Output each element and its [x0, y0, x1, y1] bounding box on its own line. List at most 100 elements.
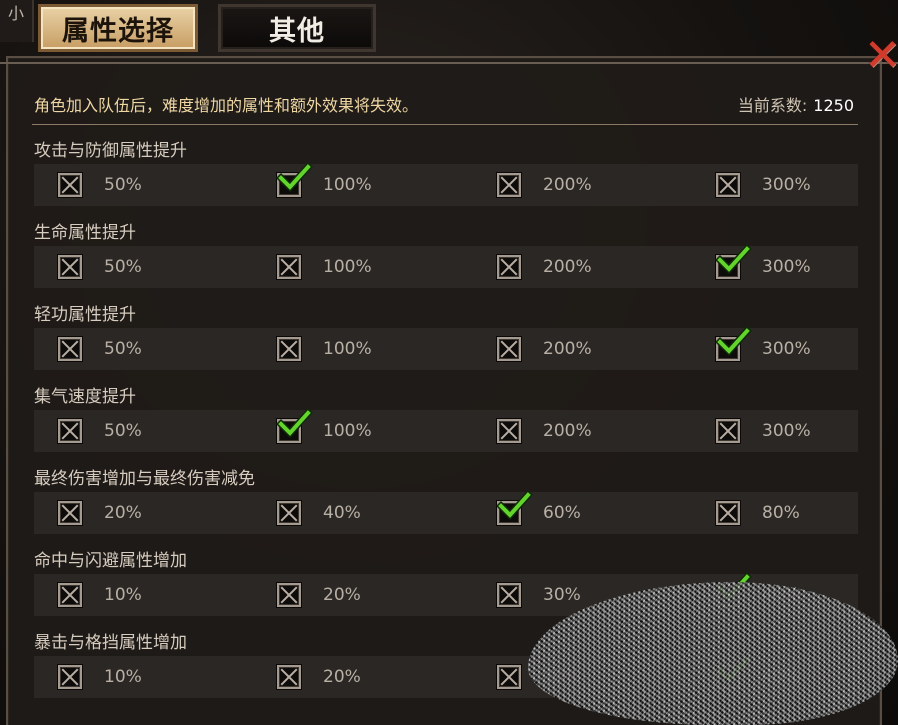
option-label: 60%	[543, 503, 581, 523]
cross-box-icon[interactable]	[58, 501, 82, 525]
checkmark-icon	[496, 490, 533, 521]
coefficient-display: 当前系数: 1250	[738, 92, 854, 116]
option-label: 50%	[104, 175, 142, 195]
tab-attribute-selection[interactable]: 属性选择	[38, 4, 198, 52]
cross-box-icon[interactable]	[277, 583, 301, 607]
option-1[interactable]: 50%	[58, 328, 142, 370]
checkmark-icon	[276, 408, 313, 439]
checked-checkbox[interactable]	[496, 490, 533, 525]
cross-box-icon[interactable]	[277, 337, 301, 361]
section-title: 生命属性提升	[34, 223, 136, 243]
option-2[interactable]: 100%	[277, 328, 372, 370]
section-title: 攻击与防御属性提升	[34, 141, 187, 161]
option-2[interactable]: 100%	[276, 162, 372, 206]
checkmark-icon	[276, 162, 313, 193]
option-3[interactable]: 200%	[497, 246, 592, 288]
option-2[interactable]: 20%	[277, 656, 361, 698]
cross-box-icon[interactable]	[58, 173, 82, 197]
option-row: 20% 40% 60% 80%	[34, 490, 858, 534]
option-label: 200%	[543, 421, 592, 441]
option-label: 100%	[323, 339, 372, 359]
option-4[interactable]: 300%	[715, 326, 811, 370]
option-2[interactable]: 100%	[277, 246, 372, 288]
cross-box-icon[interactable]	[277, 255, 301, 279]
option-label: 80%	[762, 503, 800, 523]
coefficient-value: 1250	[813, 96, 854, 115]
checked-checkbox[interactable]	[276, 408, 313, 443]
cross-box-icon[interactable]	[58, 255, 82, 279]
option-label: 200%	[543, 257, 592, 277]
cross-box-icon[interactable]	[716, 501, 740, 525]
corner-fragment: 小	[0, 0, 34, 42]
corner-glyph: 小	[7, 4, 24, 23]
cross-box-icon[interactable]	[58, 419, 82, 443]
section-title: 轻功属性提升	[34, 305, 136, 325]
option-label: 20%	[323, 585, 361, 605]
close-icon[interactable]: ✕	[864, 34, 898, 78]
option-label: 10%	[104, 667, 142, 687]
checked-checkbox[interactable]	[276, 162, 313, 197]
option-row: 50% 100% 200% 300%	[34, 408, 858, 452]
option-label: 100%	[323, 421, 372, 441]
option-label: 30%	[543, 585, 581, 605]
option-3[interactable]: 200%	[497, 410, 592, 452]
option-3[interactable]: 30%	[497, 574, 581, 616]
option-label: 100%	[323, 175, 372, 195]
checked-checkbox[interactable]	[715, 326, 752, 361]
option-label: 300%	[762, 257, 811, 277]
option-2[interactable]: 100%	[276, 408, 372, 452]
option-1[interactable]: 20%	[58, 492, 142, 534]
option-label: 200%	[543, 339, 592, 359]
option-row: 50% 100% 200% 300%	[34, 244, 858, 288]
option-4[interactable]: 300%	[716, 164, 811, 206]
option-3[interactable]: 200%	[497, 328, 592, 370]
option-label: 300%	[762, 339, 811, 359]
section-title: 暴击与格挡属性增加	[34, 633, 187, 653]
cross-box-icon[interactable]	[716, 419, 740, 443]
option-label: 20%	[104, 503, 142, 523]
option-1[interactable]: 10%	[58, 656, 142, 698]
option-1[interactable]: 50%	[58, 410, 142, 452]
option-2[interactable]: 20%	[277, 574, 361, 616]
option-4[interactable]: 300%	[715, 244, 811, 288]
option-1[interactable]: 50%	[58, 246, 142, 288]
panel-top-border	[0, 62, 898, 64]
option-row: 50% 100% 200% 300%	[34, 162, 858, 206]
option-4[interactable]: 300%	[716, 410, 811, 452]
option-3[interactable]: 200%	[497, 164, 592, 206]
section-title: 集气速度提升	[34, 387, 136, 407]
cross-box-icon[interactable]	[277, 501, 301, 525]
tab-other-label: 其他	[269, 15, 325, 47]
cross-box-icon[interactable]	[497, 583, 521, 607]
section-title: 最终伤害增加与最终伤害减免	[34, 469, 255, 489]
divider	[32, 124, 858, 125]
option-label: 300%	[762, 175, 811, 195]
cross-box-icon[interactable]	[497, 337, 521, 361]
checkmark-icon	[715, 244, 752, 275]
option-label: 40%	[323, 503, 361, 523]
option-3[interactable]: 60%	[496, 490, 581, 534]
option-label: 50%	[104, 257, 142, 277]
cross-box-icon[interactable]	[58, 583, 82, 607]
option-4[interactable]: 80%	[716, 492, 800, 534]
cross-box-icon[interactable]	[497, 665, 521, 689]
option-label: 300%	[762, 421, 811, 441]
cross-box-icon[interactable]	[497, 255, 521, 279]
option-1[interactable]: 50%	[58, 164, 142, 206]
option-label: 20%	[323, 667, 361, 687]
cross-box-icon[interactable]	[277, 665, 301, 689]
cross-box-icon[interactable]	[58, 665, 82, 689]
option-label: 100%	[323, 257, 372, 277]
cross-box-icon[interactable]	[497, 173, 521, 197]
checked-checkbox[interactable]	[715, 244, 752, 279]
option-2[interactable]: 40%	[277, 492, 361, 534]
option-label: 50%	[104, 339, 142, 359]
checkmark-icon	[715, 326, 752, 357]
cross-box-icon[interactable]	[716, 173, 740, 197]
tab-attribute-selection-label: 属性选择	[62, 15, 174, 47]
option-1[interactable]: 10%	[58, 574, 142, 616]
tab-other[interactable]: 其他	[218, 4, 376, 52]
section-title: 命中与闪避属性增加	[34, 551, 187, 571]
cross-box-icon[interactable]	[497, 419, 521, 443]
cross-box-icon[interactable]	[58, 337, 82, 361]
